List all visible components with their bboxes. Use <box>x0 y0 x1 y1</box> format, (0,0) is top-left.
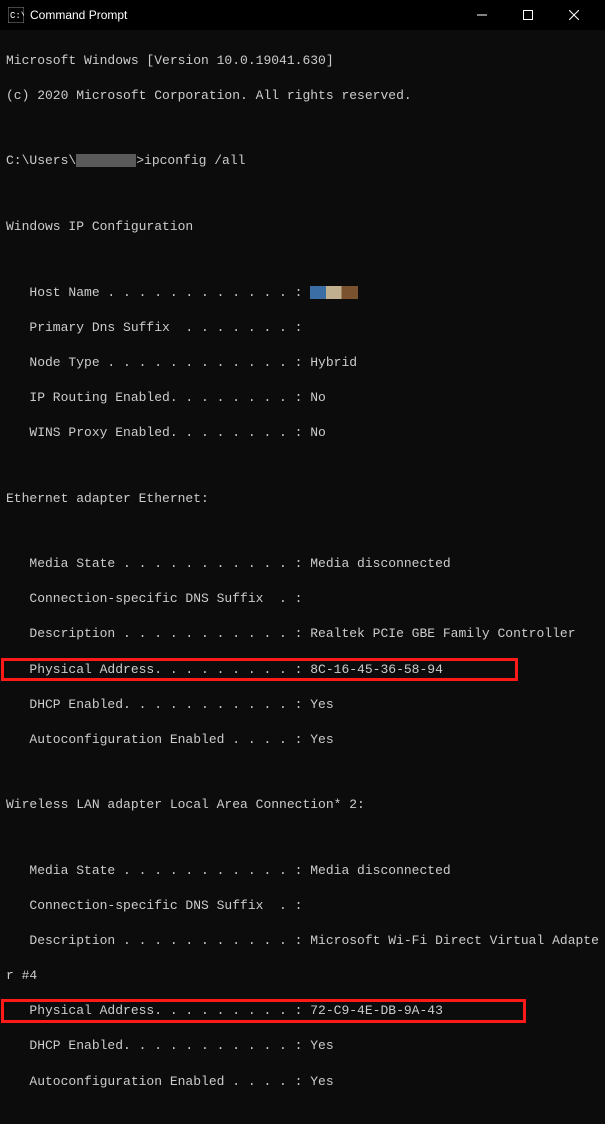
wlan2-description-cont: r #4 <box>6 967 599 985</box>
window-controls <box>459 0 597 30</box>
host-name-label: Host Name . . . . . . . . . . . . : <box>6 285 310 300</box>
terminal-output[interactable]: Microsoft Windows [Version 10.0.19041.63… <box>0 30 605 1124</box>
wlan2-heading: Wireless LAN adapter Local Area Connecti… <box>6 796 599 814</box>
redacted-hostname <box>310 286 358 299</box>
ethernet-dns-suffix: Connection-specific DNS Suffix . : <box>6 590 599 608</box>
ethernet-physical-address: Physical Address. . . . . . . . . : 8C-1… <box>6 662 443 677</box>
wlan2-dhcp: DHCP Enabled. . . . . . . . . . . : Yes <box>6 1037 599 1055</box>
wlan2-dns-suffix: Connection-specific DNS Suffix . : <box>6 897 599 915</box>
maximize-button[interactable] <box>505 0 551 30</box>
highlight-box-2: Physical Address. . . . . . . . . : 72-C… <box>1 999 526 1023</box>
svg-text:C:\: C:\ <box>10 11 24 21</box>
command-text: >ipconfig /all <box>136 153 245 168</box>
cmd-icon: C:\ <box>8 7 24 23</box>
wlan2-media-state: Media State . . . . . . . . . . . : Medi… <box>6 862 599 880</box>
minimize-button[interactable] <box>459 0 505 30</box>
ethernet-media-state: Media State . . . . . . . . . . . : Medi… <box>6 555 599 573</box>
primary-dns-suffix-line: Primary Dns Suffix . . . . . . . : <box>6 319 599 337</box>
close-button[interactable] <box>551 0 597 30</box>
prompt-path-prefix: C:\Users\ <box>6 153 76 168</box>
redacted-username <box>76 154 136 167</box>
wins-proxy-line: WINS Proxy Enabled. . . . . . . . : No <box>6 424 599 442</box>
highlight-box-1: Physical Address. . . . . . . . . : 8C-1… <box>1 658 518 682</box>
host-name-line: Host Name . . . . . . . . . . . . : <box>6 284 599 302</box>
wlan2-physical-address: Physical Address. . . . . . . . . : 72-C… <box>6 1003 443 1018</box>
ipconfig-heading: Windows IP Configuration <box>6 218 599 236</box>
copyright-line: (c) 2020 Microsoft Corporation. All righ… <box>6 87 599 105</box>
ethernet-dhcp: DHCP Enabled. . . . . . . . . . . : Yes <box>6 696 599 714</box>
titlebar: C:\ Command Prompt <box>0 0 605 30</box>
window-title: Command Prompt <box>30 8 459 22</box>
ethernet-description: Description . . . . . . . . . . . : Real… <box>6 625 599 643</box>
wlan2-autoconfig: Autoconfiguration Enabled . . . . : Yes <box>6 1073 599 1091</box>
prompt-line: C:\Users\ >ipconfig /all <box>6 152 599 170</box>
ethernet-autoconfig: Autoconfiguration Enabled . . . . : Yes <box>6 731 599 749</box>
ethernet-heading: Ethernet adapter Ethernet: <box>6 490 599 508</box>
ethernet-physical-address-row: Physical Address. . . . . . . . . : 8C-1… <box>6 661 599 679</box>
wlan2-description: Description . . . . . . . . . . . : Micr… <box>6 932 599 950</box>
node-type-line: Node Type . . . . . . . . . . . . : Hybr… <box>6 354 599 372</box>
wlan2-physical-address-row: Physical Address. . . . . . . . . : 72-C… <box>6 1002 599 1020</box>
ip-routing-line: IP Routing Enabled. . . . . . . . : No <box>6 389 599 407</box>
windows-version-line: Microsoft Windows [Version 10.0.19041.63… <box>6 52 599 70</box>
